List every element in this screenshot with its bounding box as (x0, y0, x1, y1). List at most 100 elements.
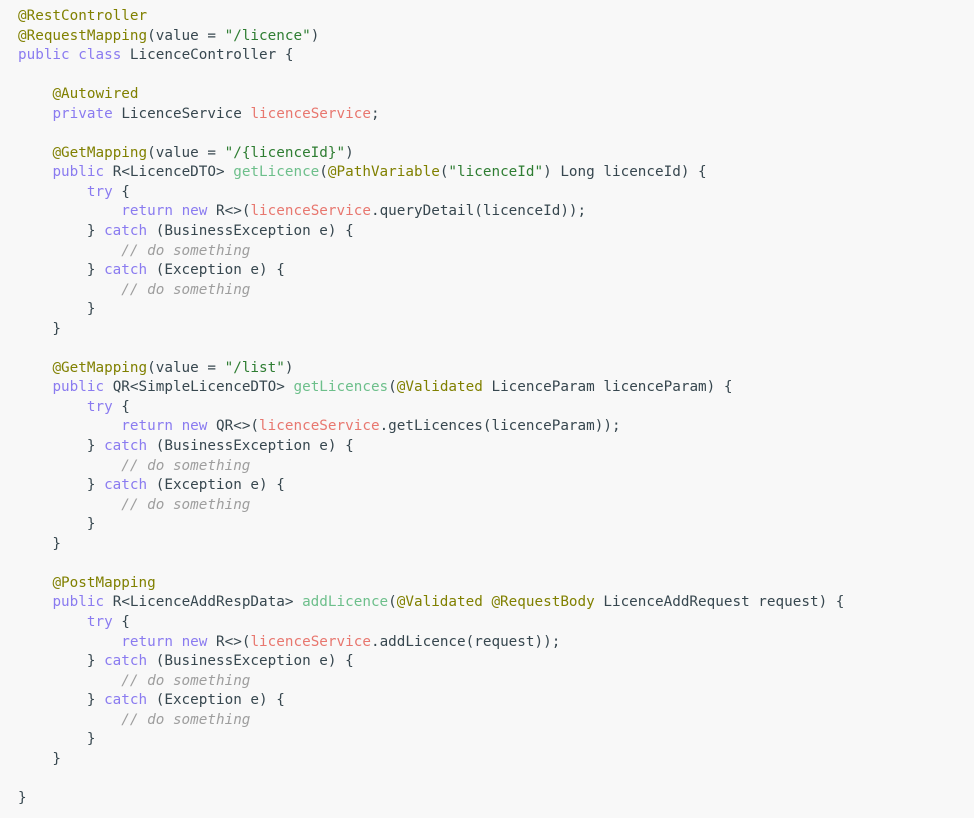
code-punctuation (18, 86, 52, 102)
code-punctuation: ( (147, 692, 165, 709)
code-comment: // do something (121, 672, 251, 689)
code-punctuation (173, 634, 182, 650)
code-keyword: catch (104, 223, 148, 240)
code-punctuation (18, 243, 121, 259)
code-line[interactable]: @Autowired (18, 85, 974, 105)
code-keyword: catch (104, 692, 148, 709)
code-punctuation: ( (147, 262, 165, 279)
code-field: licenceService (259, 418, 380, 435)
code-punctuation (173, 203, 182, 219)
code-keyword: new (181, 203, 208, 220)
code-punctuation: . (379, 418, 389, 435)
code-line[interactable]: // do something (18, 281, 974, 301)
code-annotation: @RequestBody (491, 594, 595, 611)
code-comment: // do something (121, 281, 251, 298)
code-keyword: catch (104, 653, 148, 670)
code-line[interactable]: public QR<SimpleLicenceDTO> getLicences(… (18, 378, 974, 398)
code-punctuation: > (276, 379, 294, 396)
code-line[interactable]: private LicenceService licenceService; (18, 105, 974, 125)
code-text: licenceParam (491, 418, 595, 435)
code-line[interactable]: } (18, 515, 974, 535)
code-punctuation: ) { (818, 594, 845, 611)
code-punctuation (750, 594, 759, 610)
code-line[interactable] (18, 124, 974, 144)
code-editor-viewport[interactable]: @RestController @RequestMapping(value = "… (0, 0, 974, 818)
code-line[interactable]: // do something (18, 457, 974, 477)
code-line[interactable]: try { (18, 398, 974, 418)
code-text: licenceParam (603, 379, 707, 396)
code-punctuation: ( (388, 379, 397, 396)
code-line[interactable] (18, 66, 974, 86)
code-line[interactable]: // do something (18, 242, 974, 262)
code-text: BusinessException (164, 438, 311, 455)
code-line[interactable]: } catch (BusinessException e) { (18, 437, 974, 457)
code-text: QR (112, 379, 130, 396)
code-line[interactable]: @RequestMapping(value = "/licence") (18, 27, 974, 47)
code-punctuation: ( (147, 223, 165, 240)
code-punctuation (18, 614, 87, 630)
code-line[interactable]: } (18, 730, 974, 750)
code-line[interactable]: } (18, 320, 974, 340)
code-line[interactable] (18, 339, 974, 359)
code-line[interactable]: } catch (BusinessException e) { (18, 222, 974, 242)
code-punctuation (18, 399, 87, 415)
code-line[interactable]: } catch (Exception e) { (18, 476, 974, 496)
code-annotation: @Validated (396, 594, 483, 611)
code-punctuation (207, 634, 216, 650)
code-text: licenceId (482, 203, 561, 220)
code-line[interactable]: @GetMapping(value = "/list") (18, 359, 974, 379)
code-text: e (319, 223, 328, 240)
code-keyword: return (121, 633, 173, 650)
code-line[interactable]: } (18, 300, 974, 320)
code-line[interactable]: } catch (Exception e) { (18, 261, 974, 281)
code-line[interactable]: public class LicenceController { (18, 46, 974, 66)
code-punctuation (18, 360, 52, 376)
code-keyword: return (121, 418, 173, 435)
code-punctuation: ( (147, 359, 156, 376)
code-line[interactable] (18, 769, 974, 789)
code-line[interactable]: return new R<>(licenceService.queryDetai… (18, 202, 974, 222)
code-text: R (216, 203, 225, 220)
code-line[interactable]: // do something (18, 711, 974, 731)
code-line[interactable]: } (18, 535, 974, 555)
code-line[interactable]: public R<LicenceDTO> getLicence(@PathVar… (18, 163, 974, 183)
code-punctuation: ) { (680, 164, 707, 181)
code-line[interactable]: try { (18, 613, 974, 633)
code-comment: // do something (121, 242, 251, 259)
code-field: licenceService (250, 203, 371, 220)
code-text: value (155, 359, 199, 376)
code-punctuation (18, 164, 52, 180)
code-text: queryDetail (379, 203, 475, 220)
code-punctuation: ( (147, 438, 165, 455)
code-punctuation: ; (370, 105, 380, 122)
code-keyword: class (78, 47, 122, 64)
code-punctuation: } (18, 731, 96, 748)
code-line[interactable]: } (18, 789, 974, 809)
code-punctuation (18, 145, 52, 161)
code-text: LicenceService (121, 105, 242, 122)
code-line[interactable]: try { (18, 183, 974, 203)
code-line[interactable]: @PostMapping (18, 574, 974, 594)
code-punctuation (18, 575, 52, 591)
code-line[interactable]: public R<LicenceAddRespData> addLicence(… (18, 593, 974, 613)
code-keyword: new (181, 633, 208, 650)
code-line[interactable]: } (18, 750, 974, 770)
code-punctuation: } (18, 750, 62, 767)
code-line[interactable]: // do something (18, 496, 974, 516)
code-punctuation (18, 712, 121, 728)
code-punctuation: ) (310, 27, 320, 44)
code-annotation: @PostMapping (52, 574, 156, 591)
code-line[interactable] (18, 554, 974, 574)
code-text: R (216, 633, 225, 650)
code-punctuation: ( (147, 477, 165, 494)
code-punctuation: } (18, 262, 105, 279)
code-text: Exception (164, 477, 242, 494)
code-line[interactable]: @GetMapping(value = "/{licenceId}") (18, 144, 974, 164)
code-punctuation: = (198, 144, 225, 161)
code-line[interactable]: @RestController (18, 7, 974, 27)
code-line[interactable]: } catch (Exception e) { (18, 691, 974, 711)
code-line[interactable]: // do something (18, 672, 974, 692)
code-line[interactable]: return new QR<>(licenceService.getLicenc… (18, 417, 974, 437)
code-line[interactable]: } catch (BusinessException e) { (18, 652, 974, 672)
code-line[interactable]: return new R<>(licenceService.addLicence… (18, 633, 974, 653)
